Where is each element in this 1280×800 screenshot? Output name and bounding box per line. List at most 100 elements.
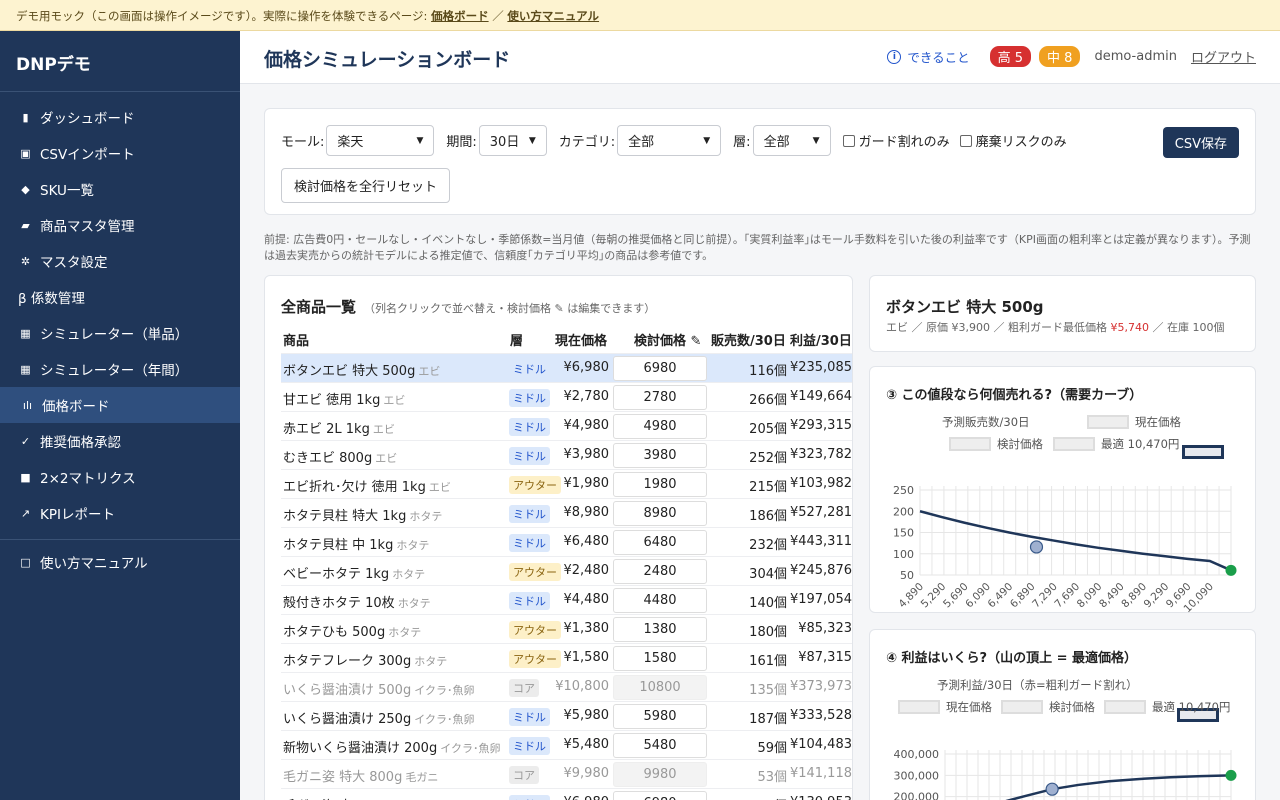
product-name[interactable]: 毛ガニ姿 特大 800g 毛ガニ bbox=[283, 766, 438, 785]
tier-badge: コア bbox=[509, 679, 539, 697]
category-select[interactable]: 全部 ▼ bbox=[617, 125, 722, 156]
sidebar-item[interactable]: ↗ KPIレポート bbox=[0, 495, 240, 531]
table-row[interactable]: ボタンエビ 特大 500g エビ ミドル ¥6,980 6980 116個 ¥235,085 bbox=[281, 353, 852, 382]
product-name[interactable]: エビ折れ･欠け 徳用 1kg エビ bbox=[283, 476, 451, 495]
table-row[interactable]: 新物いくら醤油漬け 200g イクラ･魚卵 ミドル ¥5,480 5480 59個 ¥104… bbox=[281, 730, 852, 759]
table-row[interactable]: エビ折れ･欠け 徳用 1kg エビ アウター ¥1,980 1980 215個 ¥103,9… bbox=[281, 469, 852, 498]
y-tick-label: 400,000 bbox=[894, 748, 940, 761]
y-tick-label: 200,000 bbox=[894, 791, 940, 800]
review-price-input[interactable]: 6480 bbox=[613, 530, 707, 555]
table-row[interactable]: 甘エビ 徳用 1kg エビ ミドル ¥2,780 2780 266個 ¥149,664 bbox=[281, 382, 852, 411]
column-review-price[interactable]: 検討価格 ✎ bbox=[634, 330, 701, 349]
bar-chart-icon: ▮ bbox=[22, 110, 29, 124]
review-price-input[interactable]: 1580 bbox=[613, 646, 707, 671]
sales-count: 135個 bbox=[749, 683, 787, 698]
product-name[interactable]: ホタテ貝柱 特大 1kg ホタテ bbox=[283, 505, 442, 524]
sidebar-item[interactable]: ◆ SKU一覧 bbox=[0, 171, 240, 207]
sidebar-item[interactable]: ▣ CSVインポート bbox=[0, 135, 240, 171]
product-name[interactable]: 殻付きホタテ 10枚 ホタテ bbox=[283, 592, 431, 611]
sidebar-item-label: 2×2マトリクス bbox=[40, 471, 136, 487]
review-price-input[interactable]: 6980 bbox=[613, 356, 707, 381]
table-row[interactable]: むきエビ 800g エビ ミドル ¥3,980 3980 252個 ¥323,782 bbox=[281, 440, 852, 469]
profit-value: ¥293,315 bbox=[789, 418, 852, 433]
mall-select[interactable]: 楽天 ▼ bbox=[326, 125, 435, 156]
product-category: エビ bbox=[372, 423, 395, 436]
review-price-input[interactable]: 8980 bbox=[613, 501, 707, 526]
sidebar-item[interactable]: ✲ マスタ設定 bbox=[0, 243, 240, 279]
table-row[interactable]: 毛ガニ姿 中 500g毛ガニミドル¥6,980698053個¥130,953 bbox=[281, 788, 852, 800]
sales-count: 186個 bbox=[749, 509, 787, 524]
product-name[interactable]: 赤エビ 2L 1kg エビ bbox=[283, 418, 395, 437]
review-price-input[interactable]: 10800 bbox=[613, 675, 707, 700]
product-name[interactable]: ホタテフレーク 300g ホタテ bbox=[283, 650, 447, 669]
banner-link-manual[interactable]: 使い方マニュアル bbox=[507, 9, 599, 23]
checkbox-box[interactable] bbox=[959, 134, 972, 147]
table-row[interactable]: 毛ガニ姿 特大 800g 毛ガニ コア ¥9,980 9980 53個 ¥141,118 bbox=[281, 759, 852, 788]
csv-save-button[interactable]: CSV保存 bbox=[1162, 127, 1239, 158]
sidebar-item[interactable]: ▰ 商品マスタ管理 bbox=[0, 207, 240, 243]
table-row[interactable]: いくら醤油漬け 250g イクラ･魚卵 ミドル ¥5,980 5980 187個 ¥333,… bbox=[281, 701, 852, 730]
column-tier[interactable]: 層 bbox=[510, 330, 523, 349]
product-name[interactable]: ボタンエビ 特大 500g エビ bbox=[283, 360, 440, 379]
alert-badge-medium[interactable]: 中 8 bbox=[1039, 46, 1081, 67]
review-price-input[interactable]: 2780 bbox=[613, 385, 707, 410]
reset-review-prices-button[interactable]: 検討価格を全行リセット bbox=[281, 168, 451, 203]
table-row[interactable]: 殻付きホタテ 10枚 ホタテ ミドル ¥4,480 4480 140個 ¥197,054 bbox=[281, 585, 852, 614]
page-header: 価格シミュレーションボード i できること 高 5 中 8 demo-admin … bbox=[240, 31, 1280, 84]
table-row[interactable]: ホタテ貝柱 中 1kg ホタテ ミドル ¥6,480 6480 232個 ¥443,311 bbox=[281, 527, 852, 556]
review-price-input[interactable]: 4980 bbox=[613, 414, 707, 439]
what-can-i-do-link[interactable]: i できること bbox=[887, 47, 970, 66]
table-row[interactable]: いくら醤油漬け 500g イクラ･魚卵 コア ¥10,800 10800 135個 ¥373… bbox=[281, 672, 852, 701]
column-profit[interactable]: 利益/30日 bbox=[790, 330, 852, 349]
sidebar-item-label: 商品マスタ管理 bbox=[40, 219, 135, 235]
product-name[interactable]: いくら醤油漬け 250g イクラ･魚卵 bbox=[283, 708, 474, 727]
sidebar-item[interactable]: ■ 2×2マトリクス bbox=[0, 459, 240, 495]
banner-link-price-board[interactable]: 価格ボード bbox=[431, 9, 489, 23]
column-product[interactable]: 商品 bbox=[283, 330, 309, 349]
sidebar-item[interactable]: ılı 価格ボード bbox=[0, 387, 240, 423]
product-name[interactable]: ホタテ貝柱 中 1kg ホタテ bbox=[283, 534, 429, 553]
waste-only-checkbox[interactable]: 廃棄リスクのみ bbox=[959, 131, 1067, 150]
sidebar-item[interactable]: ✓ 推奨価格承認 bbox=[0, 423, 240, 459]
review-price-input[interactable]: 4480 bbox=[613, 588, 707, 613]
product-name[interactable]: 甘エビ 徳用 1kg エビ bbox=[283, 389, 405, 408]
sidebar-item[interactable]: ▮ ダッシュボード bbox=[0, 99, 240, 135]
review-price-input[interactable]: 3980 bbox=[613, 443, 707, 468]
review-price-input[interactable]: 5980 bbox=[613, 704, 707, 729]
sidebar-item-manual[interactable]: □ 使い方マニュアル bbox=[0, 544, 240, 580]
profit-value: ¥323,782 bbox=[789, 447, 852, 462]
product-name[interactable]: ホタテひも 500g ホタテ bbox=[283, 621, 421, 640]
table-row[interactable]: ホタテフレーク 300g ホタテ アウター ¥1,580 1580 161個 ¥87,315 bbox=[281, 643, 852, 672]
sidebar-item[interactable]: β 係数管理 bbox=[0, 279, 240, 315]
review-price-input[interactable]: 6980 bbox=[613, 791, 707, 800]
review-price-input[interactable]: 1980 bbox=[613, 472, 707, 497]
checkbox-box[interactable] bbox=[842, 134, 855, 147]
column-current-price[interactable]: 現在価格 bbox=[555, 330, 607, 349]
product-name[interactable]: いくら醤油漬け 500g イクラ･魚卵 bbox=[283, 679, 474, 698]
alert-badge-high[interactable]: 高 5 bbox=[989, 46, 1032, 67]
table-row[interactable]: ホタテひも 500g ホタテ アウター ¥1,380 1380 180個 ¥85,323 bbox=[281, 614, 852, 643]
table-row[interactable]: ホタテ貝柱 特大 1kg ホタテ ミドル ¥8,980 8980 186個 ¥527,281 bbox=[281, 498, 852, 527]
product-name[interactable]: 毛ガニ姿 中 500g毛ガニ bbox=[283, 795, 425, 800]
review-price-input[interactable]: 1380 bbox=[613, 617, 707, 642]
current-price: ¥1,580 bbox=[563, 650, 610, 665]
sidebar-item[interactable]: ▦ シミュレーター（年間） bbox=[0, 351, 240, 387]
table-row[interactable]: ベビーホタテ 1kg ホタテ アウター ¥2,480 2480 304個 ¥245,876 bbox=[281, 556, 852, 585]
y-tick-label: 150 bbox=[893, 527, 914, 540]
assumptions-note: 前提: 広告費0円・セールなし・イベントなし・季節係数=当月値（毎朝の推奨価格と… bbox=[264, 233, 1251, 262]
product-name[interactable]: ベビーホタテ 1kg ホタテ bbox=[283, 563, 425, 582]
product-name[interactable]: むきエビ 800g エビ bbox=[283, 447, 397, 466]
review-price-input[interactable]: 5480 bbox=[613, 733, 707, 758]
column-sales[interactable]: 販売数/30日 bbox=[711, 330, 786, 349]
guard-only-checkbox[interactable]: ガード割れのみ bbox=[842, 131, 950, 150]
y-tick-label: 100 bbox=[893, 548, 914, 561]
product-name[interactable]: 新物いくら醤油漬け 200g イクラ･魚卵 bbox=[283, 737, 500, 756]
period-select[interactable]: 30日 ▼ bbox=[478, 125, 547, 156]
sidebar-item[interactable]: ▦ シミュレーター（単品） bbox=[0, 315, 240, 351]
review-price-input[interactable]: 2480 bbox=[613, 559, 707, 584]
logout-link[interactable]: ログアウト bbox=[1191, 47, 1256, 66]
table-row[interactable]: 赤エビ 2L 1kg エビ ミドル ¥4,980 4980 205個 ¥293,315 bbox=[281, 411, 852, 440]
guard-price: ¥5,740 bbox=[1110, 321, 1149, 334]
tier-select[interactable]: 全部 ▼ bbox=[752, 125, 831, 156]
review-price-input[interactable]: 9980 bbox=[613, 762, 707, 787]
